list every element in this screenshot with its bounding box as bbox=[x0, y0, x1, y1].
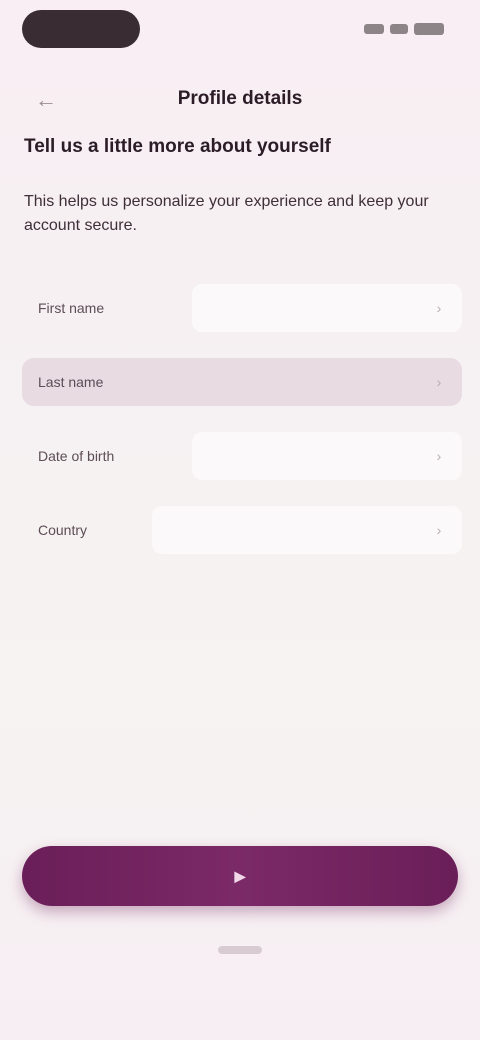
page-title: Profile details bbox=[177, 88, 303, 109]
country-row[interactable]: Country › bbox=[22, 506, 462, 554]
arrow-right-icon: ▶ bbox=[234, 867, 246, 884]
wifi-icon bbox=[390, 24, 408, 34]
status-pill bbox=[22, 10, 140, 48]
first-name-row[interactable]: First name › bbox=[22, 284, 462, 332]
date-of-birth-row[interactable]: Date of birth › bbox=[22, 432, 462, 480]
chevron-right-icon: › bbox=[436, 374, 442, 390]
home-indicator[interactable] bbox=[218, 946, 262, 954]
date-of-birth-input[interactable] bbox=[192, 432, 462, 480]
app-bar: ← Profile details bbox=[0, 72, 480, 128]
chevron-right-icon: › bbox=[436, 522, 442, 538]
headline: Tell us a little more about yourself bbox=[24, 136, 331, 157]
last-name-input[interactable] bbox=[192, 358, 462, 406]
country-input[interactable] bbox=[152, 506, 462, 554]
signal-icon bbox=[364, 24, 384, 34]
chevron-right-icon: › bbox=[436, 448, 442, 464]
first-name-input[interactable] bbox=[192, 284, 462, 332]
first-name-label: First name bbox=[38, 300, 105, 316]
profile-form: First name › Last name › Date of birth ›… bbox=[22, 284, 462, 580]
continue-button[interactable]: ▶ bbox=[22, 846, 458, 906]
description: This helps us personalize your experienc… bbox=[24, 193, 429, 234]
status-bar bbox=[0, 0, 480, 60]
last-name-row[interactable]: Last name › bbox=[22, 358, 462, 406]
bottom-area: ▶ bbox=[0, 830, 480, 1040]
country-label: Country bbox=[38, 522, 88, 538]
status-icons bbox=[362, 22, 444, 36]
chevron-right-icon: › bbox=[436, 300, 442, 316]
date-of-birth-label: Date of birth bbox=[38, 448, 115, 464]
battery-icon bbox=[414, 23, 444, 35]
last-name-label: Last name bbox=[38, 374, 104, 390]
